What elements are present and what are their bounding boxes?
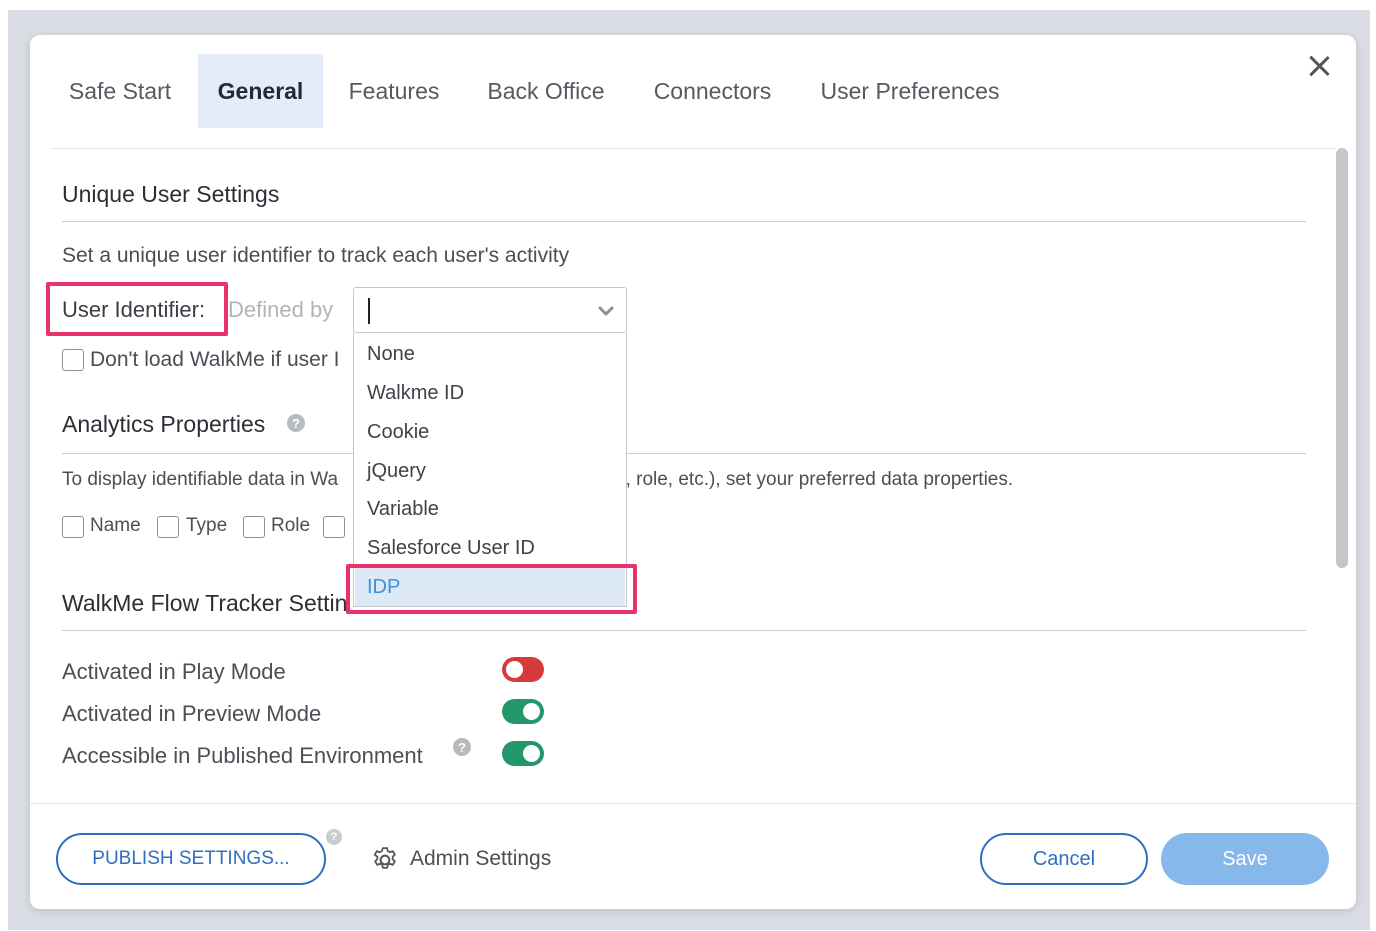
unique-user-settings-title: Unique User Settings: [62, 181, 280, 207]
option-none[interactable]: None: [355, 335, 625, 373]
published-env-label: Accessible in Published Environment: [62, 743, 423, 768]
name-checkbox-label: Name: [90, 515, 141, 536]
footer-divider: [30, 803, 1356, 804]
name-checkbox[interactable]: [62, 516, 84, 538]
help-icon[interactable]: ?: [453, 738, 471, 756]
type-checkbox[interactable]: [157, 516, 179, 538]
analytics-description-left: To display identifiable data in Wa: [62, 469, 339, 490]
option-variable[interactable]: Variable: [355, 490, 625, 528]
scrollbar[interactable]: [1336, 148, 1348, 568]
text-caret: [368, 298, 370, 324]
section-divider: [62, 453, 1306, 454]
section-divider: [62, 221, 1306, 222]
help-icon[interactable]: ?: [326, 829, 342, 845]
dont-load-checkbox[interactable]: [62, 349, 84, 371]
analytics-description-right: e, role, etc.), set your preferred data …: [615, 469, 1014, 490]
role-checkbox-label: Role: [271, 515, 311, 536]
tab-general[interactable]: General: [198, 54, 323, 128]
chevron-down-icon: [598, 306, 614, 316]
admin-settings-link[interactable]: Admin Settings: [410, 847, 551, 871]
tab-features[interactable]: Features: [335, 54, 453, 128]
play-mode-toggle[interactable]: [502, 657, 544, 682]
preview-mode-toggle[interactable]: [502, 699, 544, 724]
close-icon[interactable]: [1304, 51, 1334, 81]
option-salesforce-user-id[interactable]: Salesforce User ID: [355, 529, 625, 567]
role-checkbox[interactable]: [243, 516, 265, 538]
section-divider: [62, 630, 1306, 631]
tabs-divider: [50, 148, 1336, 149]
option-cookie[interactable]: Cookie: [355, 413, 625, 451]
option-jquery[interactable]: jQuery: [355, 452, 625, 490]
analytics-properties-title: Analytics Properties: [62, 411, 266, 437]
publish-settings-button[interactable]: PUBLISH SETTINGS...: [56, 833, 326, 885]
save-button[interactable]: Save: [1161, 833, 1329, 885]
tab-safe-start[interactable]: Safe Start: [50, 54, 190, 128]
settings-dialog: Safe Start General Features Back Office …: [30, 35, 1356, 909]
user-identifier-select[interactable]: [353, 287, 627, 333]
defined-by-label: Defined by: [228, 297, 334, 322]
help-icon[interactable]: ?: [287, 414, 305, 432]
play-mode-label: Activated in Play Mode: [62, 659, 286, 684]
published-env-toggle[interactable]: [502, 741, 544, 766]
flow-tracker-title: WalkMe Flow Tracker Settin: [62, 590, 348, 616]
type-checkbox-label: Type: [186, 515, 228, 536]
user-identifier-highlight: [46, 282, 228, 336]
extra-checkbox[interactable]: [323, 516, 345, 538]
gear-icon[interactable]: [370, 845, 400, 875]
option-walkme-id[interactable]: Walkme ID: [355, 374, 625, 412]
tab-user-preferences[interactable]: User Preferences: [810, 54, 1010, 128]
dont-load-label: Don't load WalkMe if user I: [90, 348, 340, 371]
unique-user-description: Set a unique user identifier to track ea…: [62, 244, 570, 267]
preview-mode-label: Activated in Preview Mode: [62, 701, 322, 726]
tab-connectors[interactable]: Connectors: [640, 54, 785, 128]
cancel-button[interactable]: Cancel: [980, 833, 1148, 885]
tab-back-office[interactable]: Back Office: [476, 54, 616, 128]
idp-option-highlight: [346, 564, 637, 614]
